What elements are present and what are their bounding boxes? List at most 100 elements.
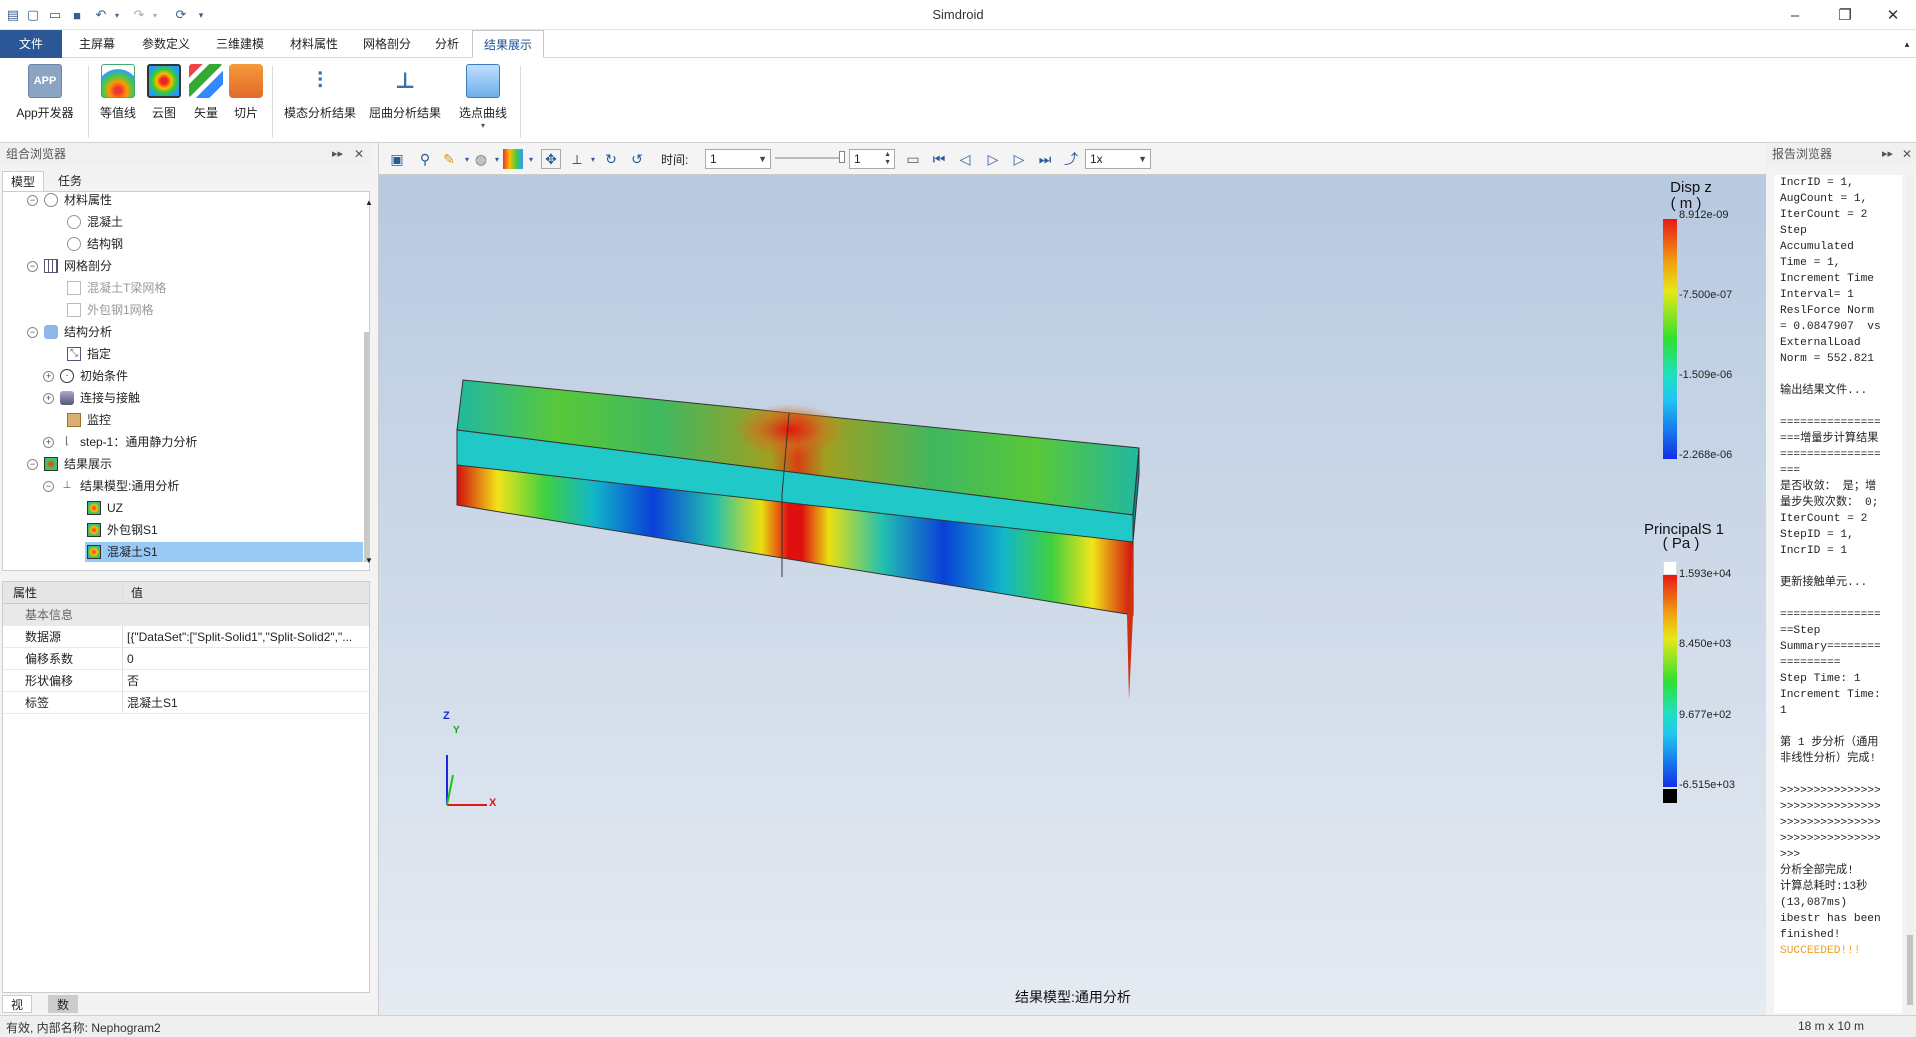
rotate-ccw-icon[interactable]: ↺ [627, 149, 647, 169]
time-slider[interactable] [775, 157, 845, 159]
app-developer-button[interactable]: APP App开发器 [10, 64, 80, 134]
vector-button[interactable]: 矢量 [188, 64, 224, 134]
ribbon-separator [88, 66, 89, 138]
tree-node-structural-analysis[interactable]: − 结构分析 [27, 322, 112, 342]
play-icon[interactable]: ▷ [983, 149, 1003, 169]
time-select[interactable]: 1 ▼ [705, 149, 771, 169]
tree-node-connections[interactable]: + 连接与接触 [43, 388, 140, 408]
stepper-arrows-icon[interactable]: ▲ ▼ [884, 151, 891, 167]
first-frame-icon[interactable]: ⏮ [929, 149, 949, 169]
tree-node-mesh[interactable]: − 网格剖分 [27, 256, 112, 276]
prop-group[interactable]: 基本信息 [3, 604, 369, 626]
cloud-map-button[interactable]: 云图 [146, 64, 182, 134]
prop-value[interactable]: 0 [123, 648, 369, 669]
tree-node-uz[interactable]: UZ [87, 498, 123, 518]
point-curve-dropdown-icon[interactable]: ▾ [481, 121, 485, 130]
model-tree: − 材料属性 混凝土 结构钢 − 网格剖分 混凝土T梁网格 外包钢1网格 − 结构分析… [2, 190, 373, 571]
menu-parameters[interactable]: 参数定义 [130, 30, 202, 58]
tree-node-assign[interactable]: ⤡ 指定 [67, 344, 111, 364]
ribbon-separator [520, 66, 521, 138]
panel-close-icon[interactable]: ✕ [354, 143, 364, 165]
speed-select[interactable]: 1x ▼ [1085, 149, 1151, 169]
tree-node-initial-conditions[interactable]: + · 初始条件 [43, 366, 128, 386]
tree-node-result-model[interactable]: − ⊥ 结果模型:通用分析 [43, 476, 179, 496]
ribbon-collapse-icon[interactable]: ▴ [1900, 30, 1914, 58]
rotate-cw-icon[interactable]: ↻ [601, 149, 621, 169]
tree-node-materials[interactable]: − 材料属性 [27, 190, 112, 210]
status-right: 18 m x 10 m [1798, 1019, 1865, 1033]
collapse-icon[interactable]: − [27, 194, 38, 206]
expand-icon[interactable]: + [43, 370, 54, 382]
collapse-icon[interactable]: − [27, 326, 38, 338]
report-log[interactable]: IncrID = 1, AugCount = 1, IterCount = 2 Ste… [1774, 175, 1902, 1013]
screenshot-icon[interactable]: ▣ [387, 149, 407, 169]
panel-close-icon[interactable]: ✕ [1902, 143, 1912, 165]
fit-view-icon[interactable]: ✥ [541, 149, 561, 169]
tree-node-concrete-s1[interactable]: 混凝土S1 [85, 542, 363, 562]
minimize-button[interactable]: – [1772, 0, 1818, 30]
tree-node-concrete-mesh[interactable]: 混凝土T梁网格 [67, 278, 166, 298]
modal-results-button[interactable]: ⫶ 模态分析结果 [282, 64, 358, 134]
collapse-icon[interactable]: − [27, 260, 38, 272]
log-line: IterCount = 2 [1780, 513, 1868, 525]
beam-model[interactable] [379, 175, 1767, 1015]
tab-view[interactable]: 视图 [2, 995, 33, 1030]
scroll-up-icon[interactable]: ▲ [365, 198, 373, 208]
log-scrollbar[interactable] [1906, 175, 1914, 1013]
tree-node-monitor[interactable]: 监控 [67, 410, 111, 430]
time-slider-handle[interactable] [839, 151, 845, 163]
buckling-results-button[interactable]: ⊥ 屈曲分析结果 [366, 64, 444, 134]
prev-frame-icon[interactable]: ◁ [955, 149, 975, 169]
frame-stepper[interactable]: 1 ▲ ▼ [849, 149, 895, 169]
menu-materials[interactable]: 材料属性 [278, 30, 350, 58]
colormap-dropdown-icon[interactable]: ▾ [521, 149, 541, 169]
axis-view-dropdown-icon[interactable]: ▾ [583, 149, 603, 169]
next-frame-icon[interactable]: ▷ [1009, 149, 1029, 169]
prop-value[interactable]: 否 [123, 670, 369, 691]
export-icon[interactable]: ⤴ [1061, 149, 1081, 169]
tree-node-results[interactable]: − 结果展示 [27, 454, 112, 474]
colormap-icon[interactable] [503, 149, 523, 169]
axis-y-label: Y [453, 725, 460, 736]
prop-row[interactable]: 形状偏移否 [3, 670, 369, 692]
prop-value[interactable]: [{"DataSet":["Split-Solid1","Split-Solid… [123, 626, 369, 647]
tree-node-concrete[interactable]: 混凝土 [67, 212, 123, 232]
log-scrollbar-thumb[interactable] [1907, 935, 1913, 1005]
tree-node-steel-mesh[interactable]: 外包钢1网格 [67, 300, 154, 320]
pin-icon[interactable]: ▸▸ [1882, 143, 1893, 165]
expand-icon[interactable]: + [43, 436, 54, 448]
menu-meshing[interactable]: 网格剖分 [352, 30, 422, 58]
tree-node-steel[interactable]: 结构钢 [67, 234, 123, 254]
slice-button[interactable]: 切片 [228, 64, 264, 134]
scroll-down-icon[interactable]: ▼ [365, 556, 373, 566]
zoom-icon[interactable]: ⚲ [415, 149, 435, 169]
collapse-icon[interactable]: − [43, 480, 54, 492]
menu-results[interactable]: 结果展示 [472, 30, 544, 58]
property-header: 属性 值 [3, 582, 369, 604]
last-frame-icon[interactable]: ⏭ [1035, 149, 1055, 169]
tab-model[interactable]: 模型 [2, 171, 45, 191]
maximize-button[interactable]: ❐ [1822, 0, 1868, 30]
3d-viewport[interactable]: ▣ ⚲ ✎ ▾ ◍ ▾ ▾ ✥ ⟂ ▾ ↻ ↺ 时间: 1 ▼ 1 ▲ ▼ ▭ ⏮ ◁… [378, 143, 1767, 1015]
menu-home[interactable]: 主屏幕 [66, 30, 128, 58]
collapse-icon[interactable]: − [27, 458, 38, 470]
expand-icon[interactable]: + [43, 392, 54, 404]
clear-icon[interactable]: ✎ [439, 149, 459, 169]
menu-analysis[interactable]: 分析 [424, 30, 470, 58]
menu-file[interactable]: 文件 [0, 30, 62, 58]
tree-node-steel-s1[interactable]: 外包钢S1 [87, 520, 158, 540]
close-button[interactable]: ✕ [1870, 0, 1916, 30]
prop-row[interactable]: 标签 混凝土S1 [3, 692, 369, 714]
prop-row[interactable]: 偏移系数 0 [3, 648, 369, 670]
tab-data[interactable]: 数据 [48, 995, 79, 1030]
tree-scrollbar[interactable] [364, 332, 369, 562]
contour-button[interactable]: 等值线 [96, 64, 140, 134]
record-icon[interactable]: ▭ [903, 149, 923, 169]
tree-node-step-1[interactable]: + ⌊ step-1：通用静力分析 [43, 432, 197, 452]
pin-icon[interactable]: ▸▸ [332, 143, 343, 165]
prop-row[interactable]: 数据源 [{"DataSet":["Split-Solid1","Split-So… [3, 626, 369, 648]
menu-3d-modeling[interactable]: 三维建模 [204, 30, 276, 58]
tab-task[interactable]: 任务 [50, 171, 90, 191]
prop-value[interactable]: 混凝土S1 [123, 692, 369, 713]
point-curve-button[interactable]: 选点曲线 ▾ [452, 64, 514, 134]
